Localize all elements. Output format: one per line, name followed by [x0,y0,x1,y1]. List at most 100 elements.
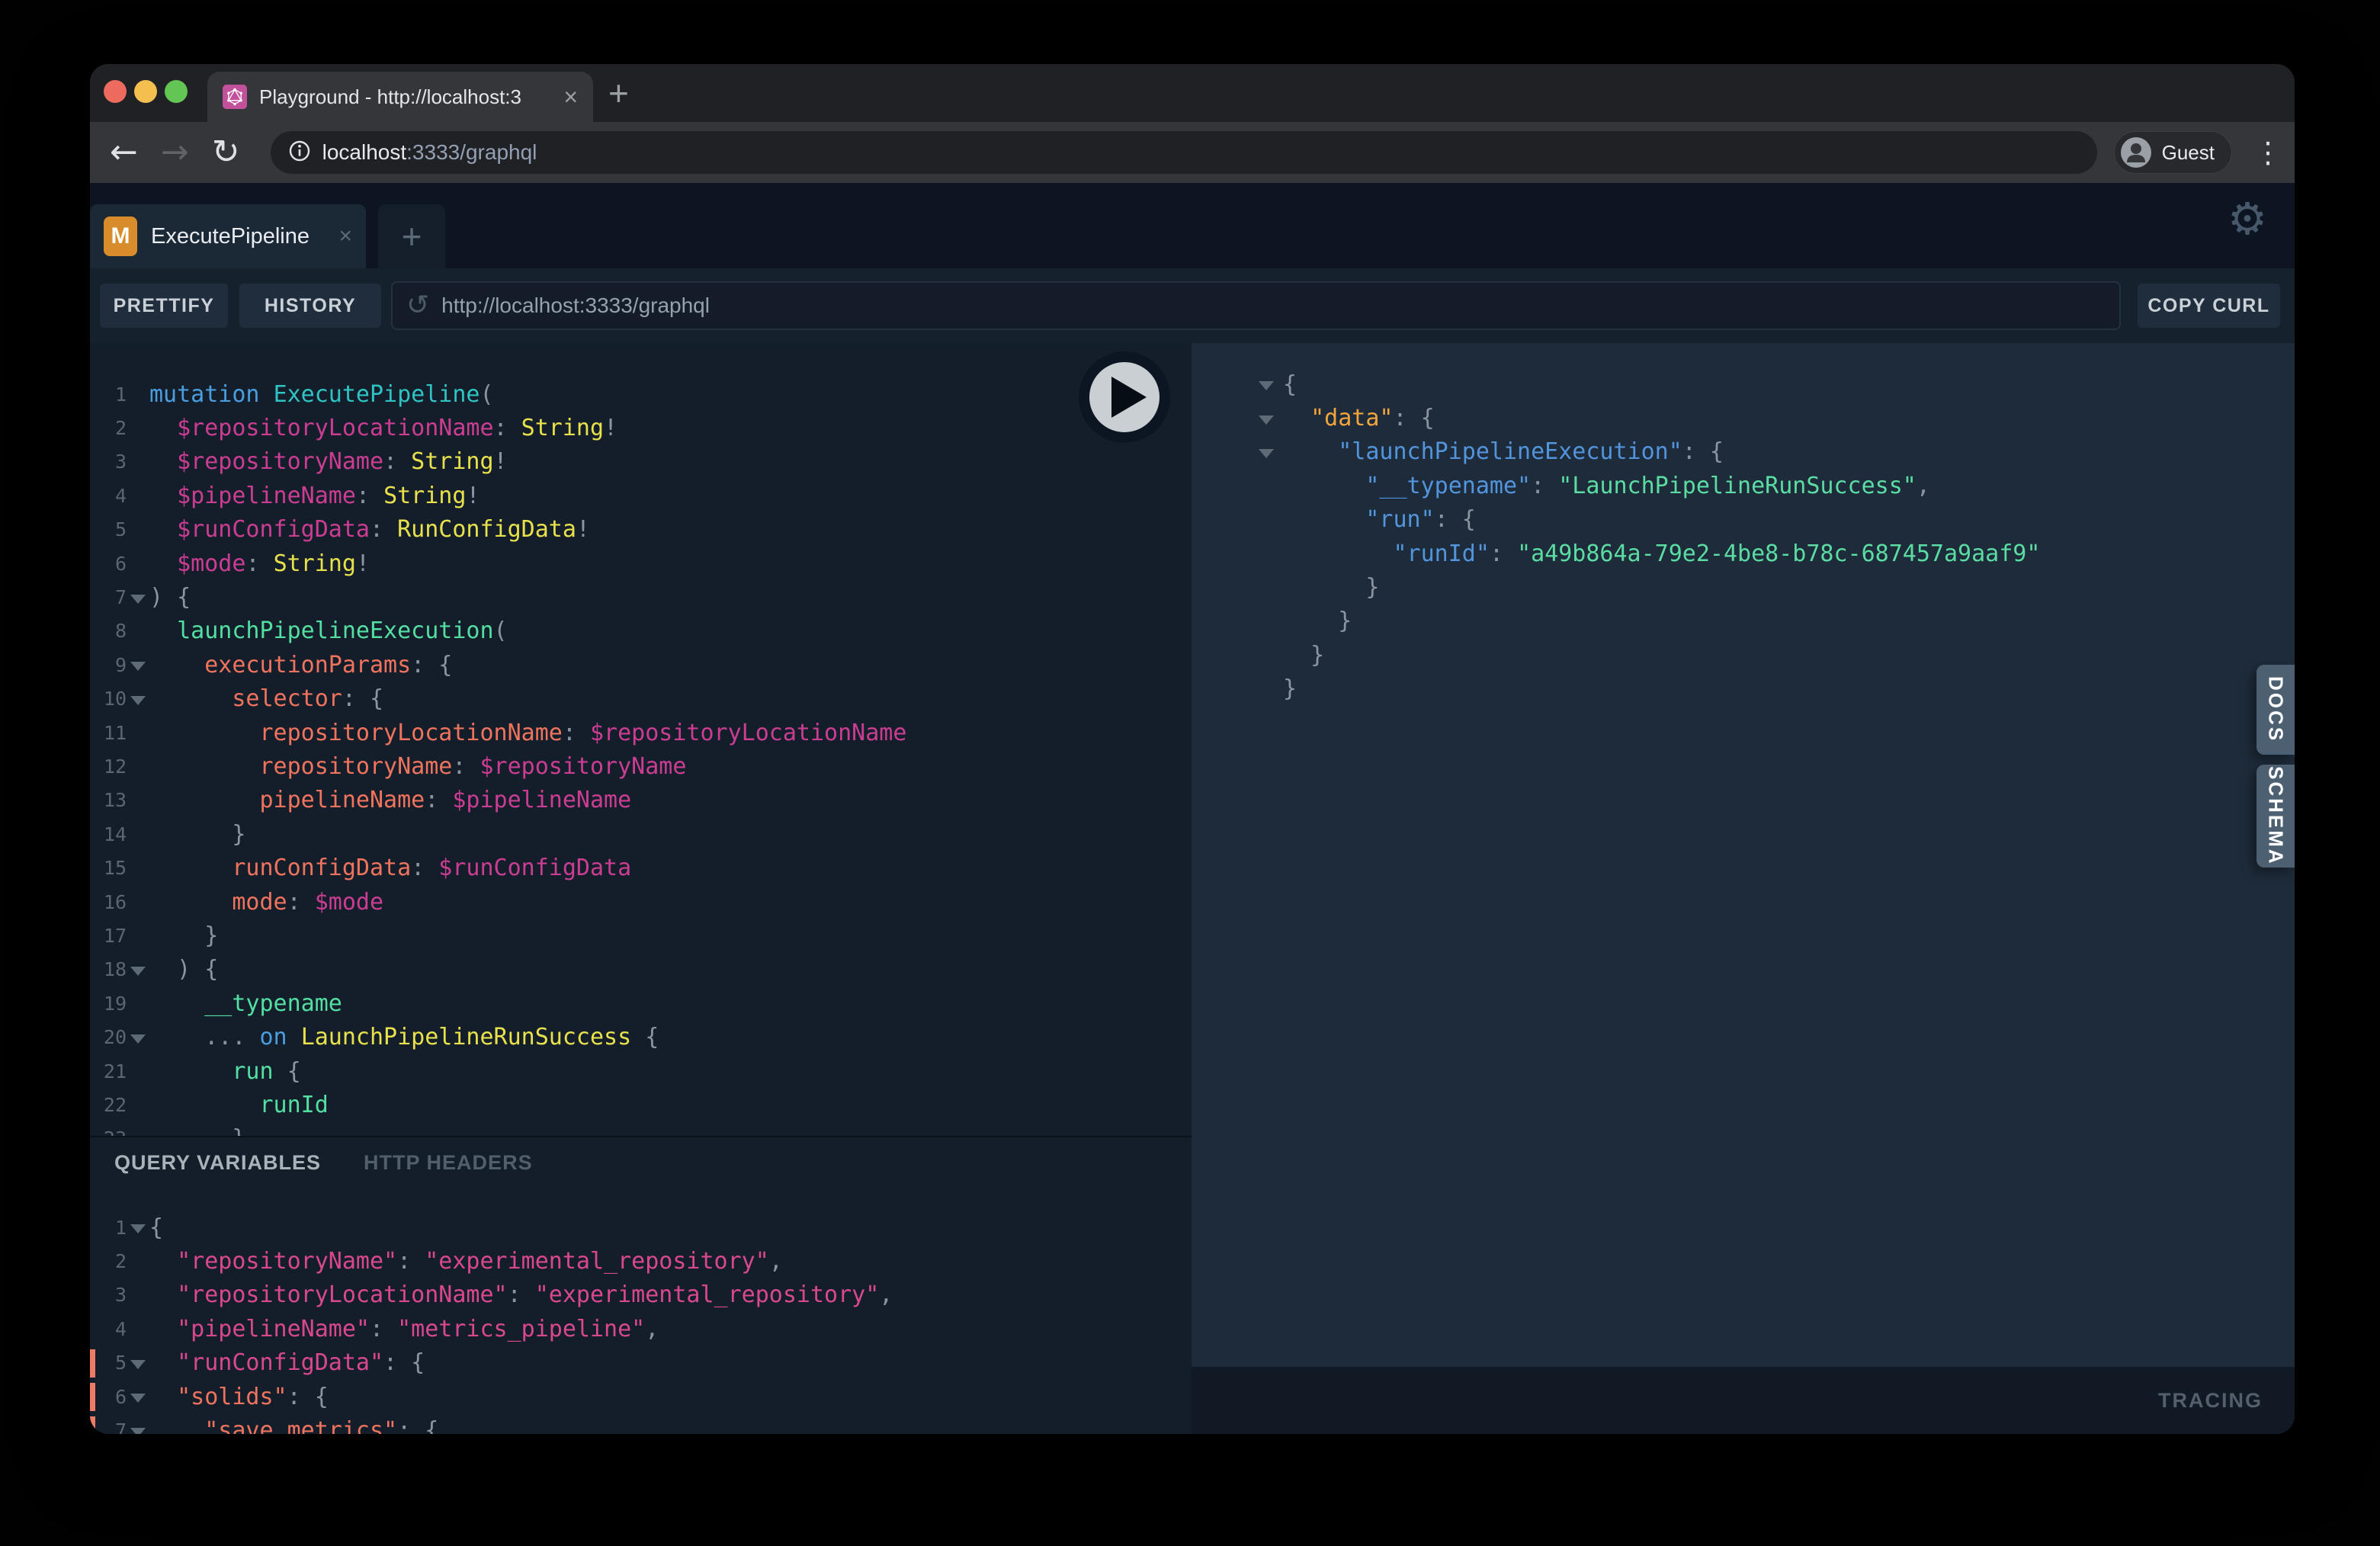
endpoint-reload-icon[interactable]: ↻ [406,292,429,319]
code-line: 22 runId [90,1088,1192,1121]
line-number: 4 [90,1318,127,1340]
fold-toggle-icon[interactable] [1249,412,1283,425]
line-number: 12 [90,755,127,778]
line-number: 6 [90,1386,127,1408]
fold-toggle-icon[interactable] [127,1425,149,1434]
line-number: 17 [90,925,127,947]
window-close-button[interactable] [104,80,127,103]
browser-tab[interactable]: Playground - http://localhost:3 × [207,72,593,122]
line-number: 9 [90,654,127,676]
fold-toggle-icon[interactable] [127,693,149,705]
response-line: "launchPipelineExecution": { [1249,435,2040,469]
line-number: 14 [90,823,127,845]
code-line: 14 } [90,817,1192,851]
tracing-label: TRACING [2158,1389,2263,1413]
prettify-button[interactable]: PRETTIFY [100,284,228,328]
code-line: 23 } [90,1122,1192,1136]
fold-toggle-icon[interactable] [127,1357,149,1369]
graphql-favicon-icon [223,85,247,109]
code-line: 1mutation ExecutePipeline( [90,377,1192,411]
line-number: 19 [90,993,127,1015]
tracing-bar[interactable]: TRACING [1192,1367,2295,1434]
settings-gear-icon[interactable]: ⚙ [2228,197,2267,241]
code-line: 20 ... on LaunchPipelineRunSuccess { [90,1020,1192,1054]
fold-toggle-icon[interactable] [127,1390,149,1403]
code-line: 21 run { [90,1054,1192,1088]
forward-icon[interactable]: → [161,136,189,169]
browser-tabstrip: Playground - http://localhost:3 × + [90,64,2295,122]
code-line: 3 "repositoryLocationName": "experimenta… [90,1278,1192,1312]
line-number: 2 [90,1250,127,1272]
line-number: 20 [90,1026,127,1048]
browser-toolbar: ← → ↻ localhost:3333/graphql Guest ⋮ [90,122,2295,183]
tab-docs[interactable]: DOCS [2257,665,2295,755]
play-icon [1111,377,1147,418]
new-tab-button[interactable]: + [608,70,629,116]
browser-menu-icon[interactable]: ⋮ [2253,136,2282,169]
mutation-badge: M [104,217,137,256]
session-tab-close-icon[interactable]: × [338,225,352,248]
browser-window: Playground - http://localhost:3 × + ← → … [90,64,2295,1434]
line-number: 10 [90,688,127,710]
query-editor[interactable]: 1mutation ExecutePipeline(2 $repositoryL… [90,377,1192,1136]
execute-play-button[interactable] [1079,351,1170,443]
code-line: 5 "runConfigData": { [90,1346,1192,1380]
address-bar[interactable]: localhost:3333/graphql [271,131,2097,174]
new-session-tab-button[interactable]: + [378,204,445,268]
fold-toggle-icon[interactable] [1249,446,1283,458]
url-host: localhost [322,140,407,164]
browser-tab-close-icon[interactable]: × [563,85,578,109]
response-line: } [1249,570,2040,604]
response-line: "data": { [1249,401,2040,435]
line-number: 5 [90,1352,127,1374]
code-line: 16 mode: $mode [90,885,1192,919]
code-line: 12 repositoryName: $repositoryName [90,749,1192,783]
line-number: 3 [90,451,127,473]
profile-label: Guest [2162,141,2215,165]
query-editor-pane[interactable]: 1mutation ExecutePipeline(2 $repositoryL… [90,343,1192,1434]
profile-avatar-icon [2121,137,2151,168]
variables-editor[interactable]: 1{2 "repositoryName": "experimental_repo… [90,1211,1192,1434]
code-line: 5 $runConfigData: RunConfigData! [90,513,1192,547]
line-number: 2 [90,417,127,439]
window-minimize-button[interactable] [134,80,157,103]
reload-icon[interactable]: ↻ [212,136,240,169]
fold-toggle-icon[interactable] [127,592,149,604]
line-number: 11 [90,722,127,744]
playground-toolbar: PRETTIFY HISTORY ↻ http://localhost:3333… [90,268,2295,343]
copy-curl-button[interactable]: COPY CURL [2138,284,2280,328]
response-line: "__typename": "LaunchPipelineRunSuccess"… [1249,469,2040,502]
fold-toggle-icon[interactable] [127,964,149,976]
fold-toggle-icon[interactable] [127,659,149,671]
fold-toggle-icon[interactable] [127,1221,149,1233]
code-line: 13 pipelineName: $pipelineName [90,784,1192,817]
line-number: 1 [90,383,127,406]
tab-http-headers[interactable]: HTTP HEADERS [364,1151,533,1175]
endpoint-input[interactable]: ↻ http://localhost:3333/graphql [391,281,2121,330]
session-tab-executepipeline[interactable]: M ExecutePipeline × [90,204,366,268]
graphql-playground: M ExecutePipeline × + ⚙ PRETTIFY HISTORY… [90,183,2295,1434]
response-line: } [1249,638,2040,672]
lint-marker [90,1416,95,1434]
response-line: { [1249,367,2040,401]
response-line: "runId": "a49b864a-79e2-4be8-b78c-687457… [1249,537,2040,570]
code-line: 2 $repositoryLocationName: String! [90,411,1192,444]
code-line: 18 ) { [90,953,1192,986]
fold-toggle-icon[interactable] [1249,378,1283,390]
line-number: 23 [90,1127,127,1136]
tab-query-variables[interactable]: QUERY VARIABLES [114,1151,321,1175]
line-number: 8 [90,620,127,642]
code-line: 6 $mode: String! [90,547,1192,580]
back-icon[interactable]: ← [110,136,138,169]
site-info-icon[interactable] [287,139,312,167]
history-button[interactable]: HISTORY [239,284,381,328]
line-number: 1 [90,1217,127,1239]
profile-button[interactable]: Guest [2114,131,2232,174]
fold-toggle-icon[interactable] [127,1031,149,1044]
code-line: 2 "repositoryName": "experimental_reposi… [90,1244,1192,1278]
code-line: 4 $pipelineName: String! [90,479,1192,512]
tab-schema[interactable]: SCHEMA [2257,765,2295,868]
line-number: 18 [90,958,127,980]
window-zoom-button[interactable] [165,80,188,103]
code-line: 9 executionParams: { [90,648,1192,682]
